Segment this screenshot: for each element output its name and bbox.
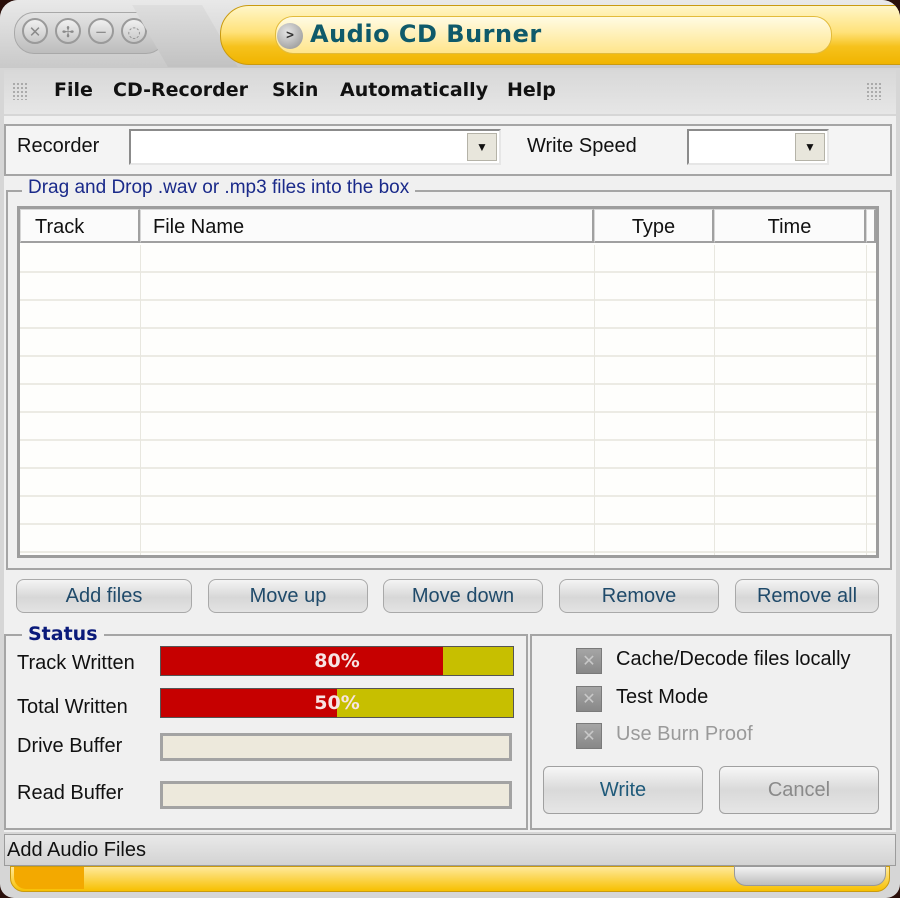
drive-buffer-label: Drive Buffer	[17, 735, 123, 757]
menu-skin[interactable]: Skin	[272, 79, 318, 101]
total-written-progress: 50%	[160, 688, 514, 718]
total-written-percent: 50%	[314, 692, 360, 714]
column-divider	[594, 245, 595, 555]
maximize-icon: ✢	[61, 23, 75, 41]
table-row	[20, 273, 876, 301]
burn-proof-label: Use Burn Proof	[616, 723, 753, 745]
add-files-button[interactable]: Add files	[16, 579, 192, 613]
close-icon: ✕	[28, 23, 42, 41]
tracklist-group-title: Drag and Drop .wav or .mp3 files into th…	[22, 177, 416, 199]
recorder-label: Recorder	[17, 135, 100, 157]
checkbox-x-icon: ✕	[582, 689, 596, 708]
test-mode-checkbox[interactable]: ✕	[576, 686, 602, 712]
track-written-percent: 80%	[314, 650, 360, 672]
track-list[interactable]: Track File Name Type Time	[17, 206, 879, 558]
menu-cd-recorder[interactable]: CD-Recorder	[113, 79, 248, 101]
grip-icon	[12, 82, 28, 100]
status-group-title: Status	[22, 623, 104, 645]
table-row	[20, 245, 876, 273]
table-row	[20, 497, 876, 525]
resize-handle[interactable]	[734, 866, 886, 886]
chevron-down-icon: ▼	[476, 140, 488, 154]
window-title: Audio CD Burner	[310, 20, 542, 48]
column-header-file-name[interactable]: File Name	[140, 209, 594, 243]
table-row	[20, 385, 876, 413]
table-row	[20, 329, 876, 357]
menu-automatically[interactable]: Automatically	[340, 79, 488, 101]
write-speed-label: Write Speed	[527, 135, 637, 157]
cancel-button: Cancel	[719, 766, 879, 814]
status-bar: Add Audio Files	[4, 834, 896, 866]
close-button[interactable]: ✕	[22, 18, 48, 44]
table-row	[20, 357, 876, 385]
recorder-select[interactable]: ▼	[129, 129, 501, 165]
arrow-right-icon: >	[286, 28, 294, 43]
table-row	[20, 525, 876, 553]
column-divider	[714, 245, 715, 555]
write-button[interactable]: Write	[543, 766, 703, 814]
column-header-type[interactable]: Type	[594, 209, 714, 243]
checkbox-x-icon: ✕	[582, 726, 596, 745]
read-buffer-meter	[160, 781, 512, 809]
cache-decode-checkbox[interactable]: ✕	[576, 648, 602, 674]
title-menu-button[interactable]: >	[277, 23, 303, 49]
write-speed-select[interactable]: ▼	[687, 129, 829, 165]
table-row	[20, 301, 876, 329]
total-written-label: Total Written	[17, 696, 128, 718]
restore-icon: ◌	[127, 23, 141, 41]
menu-file[interactable]: File	[54, 79, 93, 101]
track-written-progress: 80%	[160, 646, 514, 676]
move-down-button[interactable]: Move down	[383, 579, 543, 613]
remove-all-button[interactable]: Remove all	[735, 579, 879, 613]
table-row	[20, 469, 876, 497]
remove-button[interactable]: Remove	[559, 579, 719, 613]
move-up-button[interactable]: Move up	[208, 579, 368, 613]
column-header-track[interactable]: Track	[20, 209, 140, 243]
minimize-icon: −	[94, 23, 108, 41]
track-written-label: Track Written	[17, 652, 135, 674]
read-buffer-label: Read Buffer	[17, 782, 124, 804]
cache-decode-label[interactable]: Cache/Decode files locally	[616, 648, 851, 671]
recorder-dropdown-button[interactable]: ▼	[467, 133, 497, 161]
table-row	[20, 441, 876, 469]
write-speed-dropdown-button[interactable]: ▼	[795, 133, 825, 161]
grip-icon	[866, 82, 882, 100]
drive-buffer-meter	[160, 733, 512, 761]
bottom-bar-accent	[14, 867, 84, 889]
minimize-button[interactable]: −	[88, 18, 114, 44]
track-list-header: Track File Name Type Time	[20, 209, 876, 245]
checkbox-x-icon: ✕	[582, 651, 596, 670]
burn-proof-checkbox: ✕	[576, 723, 602, 749]
column-divider	[140, 245, 141, 555]
column-divider	[866, 245, 867, 555]
menu-help[interactable]: Help	[507, 79, 556, 101]
chevron-down-icon: ▼	[804, 140, 816, 154]
app-window: ✕ ✢ − ◌ > Audio CD Burner File CD-Record…	[0, 0, 900, 898]
column-header-filler	[866, 209, 876, 243]
maximize-button[interactable]: ✢	[55, 18, 81, 44]
table-row	[20, 413, 876, 441]
menu-bar: File CD-Recorder Skin Automatically Help	[4, 70, 896, 114]
test-mode-label[interactable]: Test Mode	[616, 686, 708, 709]
column-header-time[interactable]: Time	[714, 209, 866, 243]
